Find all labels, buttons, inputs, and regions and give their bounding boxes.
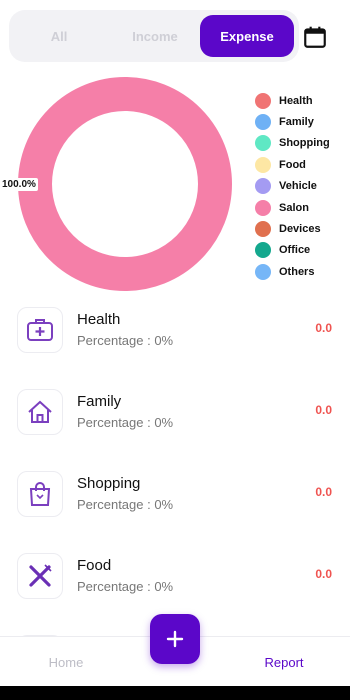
list-item[interactable]: Food Percentage : 0% 0.0 <box>0 546 350 608</box>
nav-report[interactable]: Report <box>218 637 350 687</box>
legend-swatch <box>255 156 271 173</box>
legend-swatch <box>255 263 271 280</box>
legend-label: Food <box>279 158 306 171</box>
legend-item-salon: Salon <box>255 197 330 218</box>
plus-icon <box>166 630 184 648</box>
category-percentage: Percentage : 0% <box>77 333 174 348</box>
legend-swatch <box>255 135 271 152</box>
category-amount: 0.0 <box>315 403 332 417</box>
nav-home[interactable]: Home <box>0 637 132 687</box>
legend-label: Vehicle <box>279 180 317 193</box>
legend-label: Others <box>279 265 315 278</box>
category-title: Shopping <box>77 475 141 492</box>
tab-all[interactable]: All <box>11 15 107 57</box>
legend-item-family: Family <box>255 111 330 132</box>
legend-swatch <box>255 242 271 259</box>
legend-swatch <box>255 92 271 109</box>
donut-slice-salon <box>18 77 232 291</box>
category-percentage: Percentage : 0% <box>77 415 174 430</box>
shopping-bag-icon <box>17 471 63 517</box>
legend-label: Salon <box>279 201 309 214</box>
home-icon <box>17 389 63 435</box>
legend-item-health: Health <box>255 90 330 111</box>
category-title: Family <box>77 393 122 410</box>
legend-label: Family <box>279 116 314 129</box>
slice-percent-label: 100.0% <box>0 178 38 191</box>
system-navigation-bar <box>0 686 350 700</box>
category-amount: 0.0 <box>315 321 332 335</box>
list-item[interactable]: Shopping Percentage : 0% 0.0 <box>0 464 350 526</box>
legend-swatch <box>255 199 271 216</box>
donut-svg <box>18 77 232 291</box>
medical-kit-icon <box>17 307 63 353</box>
list-item[interactable]: Family Percentage : 0% 0.0 <box>0 382 350 444</box>
tab-income[interactable]: Income <box>107 15 203 57</box>
category-percentage: Percentage : 0% <box>77 497 174 512</box>
legend-swatch <box>255 178 271 195</box>
category-amount: 0.0 <box>315 485 332 499</box>
expense-donut-chart: 100.0% Health Family Shopping Food Vehicle Sa… <box>0 70 350 300</box>
legend-label: Devices <box>279 223 321 236</box>
legend-item-vehicle: Vehicle <box>255 176 330 197</box>
legend-swatch <box>255 114 271 131</box>
legend-label: Health <box>279 94 313 107</box>
legend-swatch <box>255 221 271 238</box>
category-title: Health <box>77 311 121 328</box>
category-title: Food <box>77 557 112 574</box>
filter-tab-bar: All Income Expense <box>9 10 299 62</box>
legend-item-others: Others <box>255 261 330 282</box>
calendar-icon[interactable] <box>302 24 328 50</box>
legend-item-office: Office <box>255 240 330 261</box>
tab-expense[interactable]: Expense <box>200 15 294 57</box>
legend-item-shopping: Shopping <box>255 133 330 154</box>
chart-legend: Health Family Shopping Food Vehicle Salon Devi… <box>255 90 330 283</box>
category-percentage: Percentage : 0% <box>77 579 174 594</box>
category-amount: 0.0 <box>315 567 332 581</box>
legend-item-food: Food <box>255 154 330 175</box>
legend-item-devices: Devices <box>255 218 330 239</box>
legend-label: Shopping <box>279 137 330 150</box>
list-item[interactable]: Health Percentage : 0% 0.0 <box>0 300 350 362</box>
fork-knife-icon <box>17 553 63 599</box>
add-transaction-button[interactable] <box>150 614 200 664</box>
legend-label: Office <box>279 244 311 257</box>
